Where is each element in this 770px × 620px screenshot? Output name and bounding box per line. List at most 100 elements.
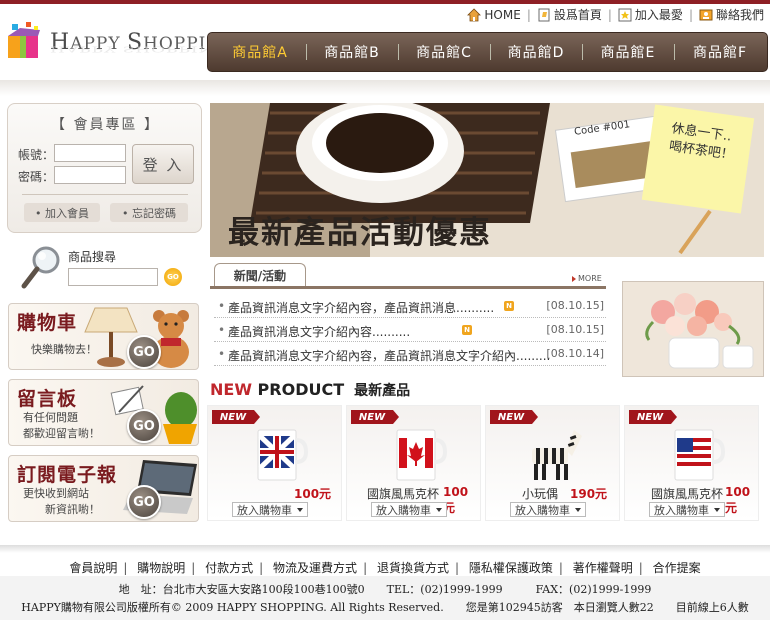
- new-badge-icon: N: [462, 325, 472, 335]
- hero-banner[interactable]: Code #001 休息一下..喝杯茶吧！ 最新產品活動優惠: [210, 103, 764, 257]
- more-label: MORE: [578, 274, 602, 283]
- add-favorite-link[interactable]: 加入最愛: [618, 6, 683, 23]
- add-favorite-label: 加入最愛: [634, 8, 683, 22]
- product-price: 100元: [725, 485, 751, 515]
- more-arrow-icon: [572, 275, 576, 282]
- dropdown-arrow-icon: [297, 507, 303, 512]
- set-homepage-link[interactable]: 設爲首頁: [537, 6, 602, 23]
- product-name: 國旗風馬克杯: [367, 487, 440, 501]
- nav-item-a[interactable]: 商品館A: [214, 32, 306, 72]
- login-button[interactable]: 登 入: [132, 144, 194, 184]
- nav-item-f[interactable]: 商品館F: [674, 32, 766, 72]
- product-price: 100元: [294, 487, 332, 501]
- nav-item-e[interactable]: 商品館E: [582, 32, 674, 72]
- footer-link-shipping[interactable]: 物流及運費方式: [273, 561, 357, 575]
- contact-link[interactable]: 聯絡我們: [699, 6, 764, 23]
- product-price: 100元: [443, 485, 469, 515]
- header-separator: [0, 80, 770, 96]
- product-card[interactable]: NEW 國旗風馬克杯 100元 放入購物車: [346, 405, 481, 521]
- newsletter-banner[interactable]: 訂閱電子報 更快收到網站 新資訊喲！ GO: [8, 455, 199, 522]
- message-board-sub1: 有任何問題: [23, 411, 78, 424]
- footer-link-privacy[interactable]: 隱私權保護政策: [469, 561, 553, 575]
- newsletter-go-button[interactable]: GO: [127, 485, 161, 519]
- footer-address: 地 址：台北市大安區大安路100段100巷100號0 TEL：(02)1999-…: [118, 583, 652, 596]
- home-icon: [467, 7, 482, 21]
- main-nav: 商品館A 商品館B 商品館C 商品館D 商品館E 商品館F: [207, 32, 768, 72]
- flower-photo[interactable]: [622, 281, 764, 377]
- uk-flag-mug-image: [257, 429, 308, 481]
- news-item-text[interactable]: 產品資訊消息文字介紹內容..........: [228, 323, 410, 340]
- news-item-text[interactable]: 產品資訊消息文字介紹內容，產品資訊消息..........: [228, 299, 494, 316]
- product-name: 小玩偶: [522, 487, 559, 501]
- hero-title: 最新產品活動優惠: [228, 215, 492, 251]
- search-label: 商品搜尋: [68, 250, 117, 264]
- news-item: • 產品資訊消息文字介紹內容.......... N [08.10.15]: [214, 318, 606, 342]
- message-board-banner[interactable]: 留言板 有任何問題 都歡迎留言喲！ GO: [8, 379, 199, 446]
- product-card[interactable]: NEW 100元 放入購物車: [207, 405, 342, 521]
- member-panel: 【 會員專區 】 帳號： 密碼： 登 入 • 加入會員 • 忘記密碼: [7, 103, 202, 233]
- product-card[interactable]: NEW 國旗風馬克杯 100元 放入購物車: [624, 405, 759, 521]
- cart-banner-title: 購物車: [17, 312, 78, 334]
- magnifier-icon: [21, 246, 60, 289]
- news-underline: [210, 286, 606, 289]
- news-tab[interactable]: 新聞/活動: [214, 263, 306, 287]
- dropdown-arrow-icon: [714, 507, 720, 512]
- product-price: 190元: [570, 487, 608, 501]
- add-to-cart-select[interactable]: 放入購物車: [649, 502, 725, 517]
- top-stripe: [0, 0, 770, 4]
- star-icon: [618, 8, 632, 21]
- forgot-password-button[interactable]: • 忘記密碼: [110, 203, 188, 222]
- join-member-button[interactable]: • 加入會員: [24, 203, 100, 222]
- news-item-text[interactable]: 產品資訊消息文字介紹內容，產品資訊消息文字介紹內.........: [228, 347, 550, 364]
- nav-item-b[interactable]: 商品館B: [306, 32, 398, 72]
- home-link[interactable]: HOME: [467, 7, 521, 22]
- footer-link-returns[interactable]: 退貨換貨方式: [377, 561, 449, 575]
- contact-icon: [699, 9, 713, 20]
- logo[interactable]: HAPPY SHOPPING HAPPY SHOPPING: [4, 18, 236, 78]
- news-item: • 產品資訊消息文字介紹內容，產品資訊消息文字介紹內......... [08.…: [214, 342, 606, 366]
- account-input[interactable]: [54, 144, 126, 162]
- product-card[interactable]: NEW 小玩偶 190元 放入購物車: [485, 405, 620, 521]
- news-more-link[interactable]: MORE: [572, 274, 602, 283]
- newsletter-title: 訂閱電子報: [17, 464, 118, 486]
- cart-go-button[interactable]: GO: [127, 335, 161, 369]
- contact-label: 聯絡我們: [715, 8, 764, 22]
- footer-link-member-info[interactable]: 會員說明: [69, 561, 117, 575]
- footer-links: 會員說明 | 購物說明 | 付款方式 | 物流及運費方式 | 退貨換貨方式 | 隱私權保護…: [69, 561, 701, 575]
- page-icon: [538, 8, 550, 21]
- nav-item-c[interactable]: 商品館C: [398, 32, 490, 72]
- top-links: HOME | 設爲首頁 | 加入最愛 | 聯絡我們: [467, 6, 764, 23]
- account-label: 帳號：: [18, 148, 55, 162]
- footer-link-copyright[interactable]: 著作權聲明: [573, 561, 633, 575]
- add-to-cart-select[interactable]: 放入購物車: [232, 502, 308, 517]
- message-board-go-button[interactable]: GO: [127, 409, 161, 443]
- home-link-label: HOME: [484, 7, 521, 22]
- cactus-icon: [163, 392, 197, 444]
- flower-bouquet-image: [623, 282, 763, 376]
- newsletter-sub2: 新資訊喲！: [45, 503, 100, 516]
- add-to-cart-select[interactable]: 放入購物車: [510, 502, 586, 517]
- add-to-cart-select[interactable]: 放入購物車: [371, 502, 447, 517]
- new-tag: NEW: [212, 410, 260, 424]
- footer-link-shopping-info[interactable]: 購物說明: [137, 561, 185, 575]
- member-title: 【 會員專區 】: [51, 117, 160, 133]
- nav-item-d[interactable]: 商品館D: [490, 32, 582, 72]
- cart-banner[interactable]: 購物車 快樂購物去！ GO: [8, 303, 199, 370]
- new-tag: NEW: [351, 410, 399, 424]
- new-badge-icon: N: [504, 301, 514, 311]
- zebra-toy-image: [532, 430, 582, 480]
- search-input[interactable]: [68, 268, 158, 286]
- search-go-button[interactable]: GO: [164, 268, 182, 286]
- news-item-date: [08.10.15]: [546, 299, 604, 312]
- dropdown-arrow-icon: [436, 507, 442, 512]
- footer-link-partnership[interactable]: 合作提案: [653, 561, 701, 575]
- news-item: • 產品資訊消息文字介紹內容，產品資訊消息.......... N [08.10…: [214, 294, 606, 318]
- footer-link-payment[interactable]: 付款方式: [205, 561, 253, 575]
- gift-box-icon: [8, 22, 40, 58]
- password-input[interactable]: [54, 166, 126, 184]
- logo-reflection: HAPPY SHOPPING: [50, 44, 230, 54]
- news-item-date: [08.10.15]: [546, 323, 604, 336]
- footer-separator: [0, 545, 770, 553]
- news-item-date: [08.10.14]: [546, 347, 604, 360]
- set-homepage-label: 設爲首頁: [553, 8, 602, 22]
